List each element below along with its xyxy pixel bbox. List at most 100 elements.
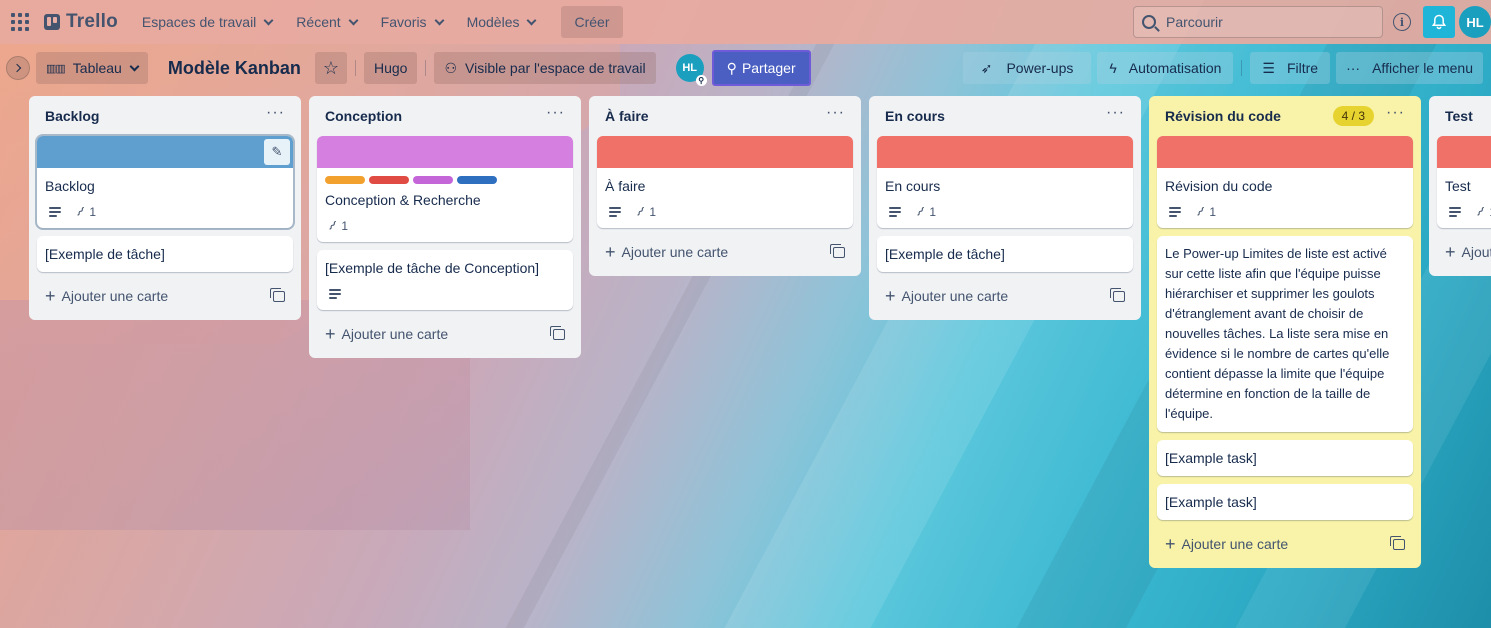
card-title: [Example task] [1165, 450, 1257, 466]
description-icon [1169, 207, 1181, 217]
visibility-label: Visible par l'espace de travail [465, 60, 646, 76]
app-switcher-icon[interactable] [8, 10, 32, 34]
sidebar-expand-button[interactable] [6, 56, 30, 80]
bell-icon [1431, 14, 1447, 30]
card-backlog[interactable]: ✎ Backlog ⌇ 1 [35, 134, 295, 230]
card-example-task[interactable]: [Exemple de tâche] [877, 236, 1133, 272]
view-label: Tableau [72, 60, 122, 76]
list-header[interactable]: Backlog ··· [37, 96, 293, 136]
description-icon [49, 207, 61, 217]
power-ups-button[interactable]: ➶ Power-ups [962, 52, 1092, 84]
card-revision-du-code[interactable]: Révision du code ⌇ 1 [1157, 136, 1413, 228]
divider [355, 60, 356, 76]
card-template-icon[interactable] [270, 287, 285, 302]
card-en-cours[interactable]: En cours ⌇ 1 [877, 136, 1133, 228]
share-button[interactable]: ⚲ Partager [711, 50, 811, 86]
list-title[interactable]: À faire [605, 108, 826, 124]
search-placeholder: Parcourir [1166, 14, 1223, 30]
list-header[interactable]: À faire ··· [597, 96, 853, 136]
board-title[interactable]: Modèle Kanban [168, 58, 301, 79]
card-example-task[interactable]: [Exemple de tâche] [37, 236, 293, 272]
plus-icon: + [1445, 242, 1456, 262]
nav-recent[interactable]: Récent [286, 6, 366, 38]
visibility-button[interactable]: ⚇ Visible par l'espace de travail [434, 52, 656, 84]
add-card-label: Ajouter une carte [341, 326, 449, 342]
chevron-right-icon [12, 63, 22, 73]
card-example-task[interactable]: [Example task] [1157, 440, 1413, 476]
list-header[interactable]: Test ··· [1437, 96, 1491, 136]
nav-templates[interactable]: Modèles [457, 6, 546, 38]
nav-starred[interactable]: Favoris [371, 6, 453, 38]
card-title: Test [1445, 178, 1471, 194]
card-template-icon[interactable] [830, 243, 845, 258]
trello-logo-icon [44, 14, 60, 30]
description-icon [889, 207, 901, 217]
nav-workspaces[interactable]: Espaces de travail [132, 6, 282, 38]
list-header[interactable]: Révision du code 4 / 3 ··· [1157, 96, 1413, 136]
search-input[interactable]: Parcourir [1133, 6, 1383, 38]
list-title[interactable]: Conception [325, 108, 546, 124]
add-card-label: Ajouter une carte [1181, 536, 1289, 552]
list-menu-icon[interactable]: ··· [1106, 105, 1125, 127]
card-cover [1157, 136, 1413, 168]
add-card-button[interactable]: + Ajouter une carte [597, 236, 853, 268]
create-button[interactable]: Créer [561, 6, 623, 38]
label-orange[interactable] [325, 176, 365, 184]
search-icon [1142, 15, 1156, 29]
card-example-task[interactable]: [Example task] [1157, 484, 1413, 520]
list-title[interactable]: Révision du code [1165, 108, 1333, 124]
label-purple[interactable] [413, 176, 453, 184]
add-card-button[interactable]: + Ajouter une carte [1437, 236, 1491, 268]
power-ups-label: Power-ups [1006, 60, 1074, 76]
card-cover [317, 136, 573, 168]
workspace-button[interactable]: Hugo [364, 52, 418, 84]
filter-button[interactable]: ☰ Filtre [1250, 52, 1331, 84]
card-list-limit-info[interactable]: Le Power-up Limites de liste est activé … [1157, 236, 1413, 432]
attachment-icon: ⌇ [913, 203, 928, 220]
automation-button[interactable]: ϟ Automatisation [1097, 52, 1234, 84]
add-card-label: Ajouter une carte [1461, 244, 1491, 260]
list-title[interactable]: Test [1445, 108, 1491, 124]
notifications-button[interactable] [1423, 6, 1455, 38]
plus-icon: + [885, 286, 896, 306]
card-a-faire[interactable]: À faire ⌇ 1 [597, 136, 853, 228]
card-template-icon[interactable] [550, 325, 565, 340]
add-card-button[interactable]: + Ajouter une carte [877, 280, 1133, 312]
edit-card-icon[interactable]: ✎ [264, 139, 290, 165]
member-avatar[interactable]: HL [675, 54, 707, 86]
info-icon[interactable]: i [1393, 13, 1411, 31]
divider [425, 60, 427, 76]
list-title[interactable]: En cours [885, 108, 1106, 124]
card-example-conception-task[interactable]: [Exemple de tâche de Conception] [317, 250, 573, 310]
list-header[interactable]: En cours ··· [877, 96, 1133, 136]
card-conception-recherche[interactable]: Conception & Recherche ⌇ 1 [317, 136, 573, 242]
add-person-icon: ⚲ [726, 59, 737, 76]
label-blue[interactable] [457, 176, 497, 184]
list-header[interactable]: Conception ··· [317, 96, 573, 136]
add-card-button[interactable]: + Ajouter une carte [317, 318, 573, 350]
chevron-down-icon [348, 15, 359, 25]
trello-logo[interactable]: Trello [44, 11, 118, 33]
view-switcher-button[interactable]: ▥▥ Tableau [36, 52, 148, 84]
list-menu-icon[interactable]: ··· [266, 105, 285, 127]
card-test[interactable]: Test ⌇ 1 [1437, 136, 1491, 228]
list-menu-icon[interactable]: ··· [546, 105, 565, 127]
star-board-button[interactable]: ☆ [314, 52, 347, 84]
attachment-count: 1 [649, 205, 657, 219]
list-test: Test ··· Test ⌇ 1 + Ajouter une carte [1429, 96, 1491, 276]
card-template-icon[interactable] [1390, 535, 1405, 550]
board-lists: Backlog ··· ✎ Backlog ⌇ 1 [Exemple de tâ… [29, 96, 1491, 568]
list-menu-icon[interactable]: ··· [1386, 105, 1405, 127]
add-card-button[interactable]: + Ajouter une carte [37, 280, 293, 312]
add-card-button[interactable]: + Ajouter une carte [1157, 528, 1413, 560]
chevron-down-icon [434, 15, 445, 25]
user-avatar[interactable]: HL [1459, 6, 1491, 38]
label-red[interactable] [369, 176, 409, 184]
plus-icon: + [325, 324, 336, 344]
list-menu-icon[interactable]: ··· [826, 105, 845, 127]
card-template-icon[interactable] [1110, 287, 1125, 302]
show-menu-button[interactable]: ··· Afficher le menu [1336, 52, 1483, 84]
list-en-cours: En cours ··· En cours ⌇ 1 [Exemple de tâ… [869, 96, 1141, 320]
list-title[interactable]: Backlog [45, 108, 266, 124]
more-icon: ··· [1346, 60, 1361, 76]
